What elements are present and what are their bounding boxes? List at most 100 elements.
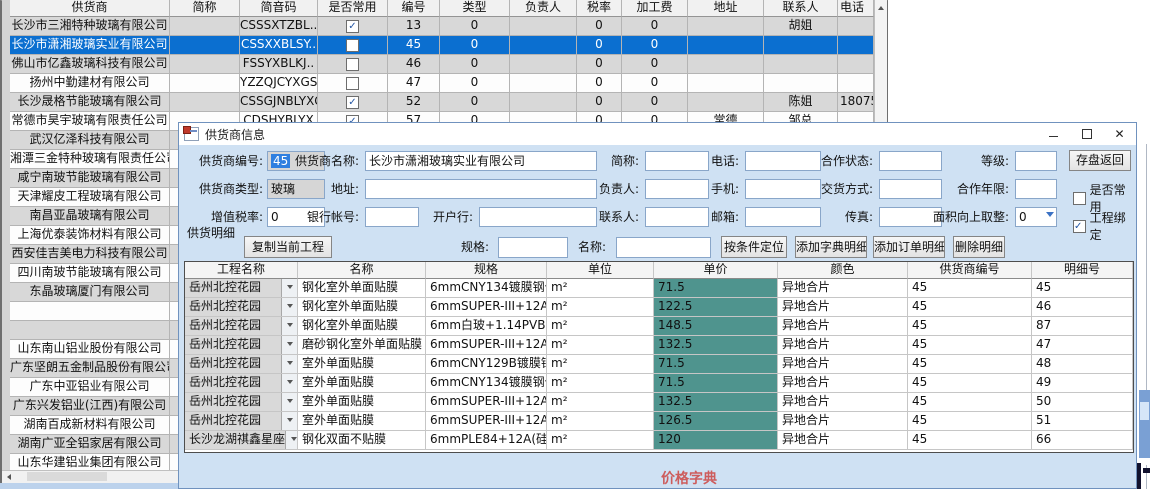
chevron-down-icon[interactable] [281,279,297,297]
chevron-down-icon[interactable] [281,336,297,354]
detail-row[interactable]: 长沙龙湖祺鑫星座钢化双面不贴膜6mmPLE84+12A(硅酮胶..m²120异地… [185,431,1133,450]
dialog-titlebar[interactable]: 供货商信息 ✕ [179,123,1136,145]
fax-label: 传真: [793,207,873,227]
detail-row[interactable]: 岳州北控花园室外单面贴膜6mmCNY134镀膜钢化m²71.5异地合片4549 [185,374,1133,393]
mobile-label: 手机: [659,179,739,199]
detail-row[interactable]: 岳州北控花园室外单面贴膜6mmCNY129B镀膜钢化m²71.5异地合片4548 [185,355,1133,374]
dialog-title: 供货商信息 [205,126,265,143]
col-header-contact[interactable]: 联系人 [764,0,838,17]
chevron-down-icon[interactable] [281,393,297,411]
common-checkbox[interactable] [346,39,359,52]
grade-label: 等级: [909,151,1009,171]
table-row[interactable]: 扬州中勤建材有限公司YZZQJCYXGS47000 [10,74,874,93]
detail-row[interactable]: 岳州北控花园钢化室外单面贴膜6mmCNY134镀膜钢化m²71.5异地合片454… [185,279,1133,298]
common-checkbox[interactable] [346,58,359,71]
col-header-tax[interactable]: 税率 [577,0,622,17]
spec-filter-input[interactable] [498,237,568,258]
scroll-left-icon[interactable] [7,474,11,480]
project-select[interactable]: 岳州北控花园 [185,412,298,431]
price-cell: 71.5 [654,279,778,298]
chevron-down-icon[interactable] [281,317,297,335]
project-select[interactable]: 岳州北控花园 [185,374,298,393]
detail-row[interactable]: 岳州北控花园钢化室外单面贴膜6mm白玻+1.14PVB+6mm..m²148.5… [185,317,1133,336]
name-filter-input[interactable] [616,237,711,258]
chevron-down-icon [1046,212,1054,217]
col-header-spec[interactable]: 规格 [426,262,547,279]
project-select[interactable]: 岳州北控花园 [185,355,298,374]
round-up-dropdown[interactable]: 0 [1015,207,1057,227]
chevron-down-icon[interactable] [281,298,297,316]
col-header-price[interactable]: 单价 [654,262,778,279]
grade-field[interactable] [1015,151,1057,171]
col-header-common[interactable]: 是否常用 [318,0,388,17]
delete-detail-button[interactable]: 删除明细 [953,236,1005,258]
background-scrollbar[interactable] [1139,390,1150,458]
scroll-up-icon[interactable] [878,6,884,10]
col-header-detailno[interactable]: 明细号 [1032,262,1133,279]
contact-label: 联系人: [559,207,639,227]
chevron-down-icon[interactable] [285,431,298,449]
col-header-type[interactable]: 类型 [440,0,510,17]
col-header-fee[interactable]: 加工费 [622,0,688,17]
table-row[interactable]: 长沙晟格节能玻璃有限公司CSSGJNBLYXGS52000陈姐180751 [10,93,874,112]
round-up-label: 面积向上取整: [909,207,1009,227]
common-checkbox[interactable] [346,20,359,33]
background-scrollbar-thumb[interactable] [1140,402,1149,420]
coop-years-field[interactable] [1015,179,1057,199]
manager-label: 负责人: [559,179,639,199]
col-header-name[interactable]: 名称 [298,262,426,279]
detail-row[interactable]: 岳州北控花园室外单面贴膜6mmSUPER-III+12A(硅..m²132.5异… [185,393,1133,412]
chevron-down-icon[interactable] [281,412,297,430]
add-order-detail-button[interactable]: 添加订单明细 [873,236,945,258]
close-button[interactable]: ✕ [1103,124,1136,145]
col-header-address[interactable]: 地址 [688,0,764,17]
spec-filter-label: 规格: [429,237,489,257]
detail-row[interactable]: 岳州北控花园钢化室外单面贴膜6mmSUPER-III+12A(硅..m²122.… [185,298,1133,317]
col-header-supplier[interactable]: 供货商 [10,0,170,17]
project-select[interactable]: 岳州北控花园 [185,317,298,336]
col-header-code[interactable]: 简音码 [240,0,318,17]
project-select[interactable]: 长沙龙湖祺鑫星座 [185,431,298,450]
copy-project-button[interactable]: 复制当前工程 [244,236,332,258]
col-header-id[interactable]: 编号 [388,0,440,17]
project-select[interactable]: 岳州北控花园 [185,393,298,412]
table-row-selected[interactable]: 长沙市潇湘玻璃实业有限公司CSSXXBLSY..45000 [10,36,874,55]
price-cell: 71.5 [654,355,778,374]
locate-button[interactable]: 按条件定位 [721,236,787,258]
add-dict-detail-button[interactable]: 添加字典明细 [795,236,867,258]
supplier-name-label: 供货商名称: [279,151,359,171]
col-header-shortname[interactable]: 简称 [170,0,240,17]
project-select[interactable]: 岳州北控花园 [185,298,298,317]
email-label: 邮箱: [659,207,739,227]
common-checkbox[interactable] [346,77,359,90]
col-header-supplierno[interactable]: 供货商编号 [908,262,1032,279]
detail-row[interactable]: 岳州北控花园磨砂钢化室外单面贴膜6mmSUPER-III+12A(硅..m²13… [185,336,1133,355]
table-row[interactable]: 佛山市亿鑫玻璃科技有限公司FSSYXBLKJ..46000 [10,55,874,74]
common-checkbox[interactable] [346,96,359,109]
price-cell: 132.5 [654,393,778,412]
maximize-button[interactable] [1070,124,1103,145]
col-header-color[interactable]: 颜色 [778,262,908,279]
col-header-unit[interactable]: 单位 [547,262,654,279]
detail-section-label: 供货明细 [187,224,235,241]
chevron-down-icon[interactable] [281,355,297,373]
price-cell: 148.5 [654,317,778,336]
col-header-phone[interactable]: 电话 [838,0,874,17]
project-select[interactable]: 岳州北控花园 [185,279,298,298]
price-dictionary-label: 价格字典 [661,468,717,488]
project-bind-checkbox[interactable]: 工程绑定 [1073,209,1136,243]
scrollbar-thumb[interactable] [27,472,107,481]
coop-years-label: 合作年限: [909,179,1009,199]
form-icon [184,127,199,141]
col-header-project[interactable]: 工程名称 [185,262,298,279]
price-cell: 71.5 [654,374,778,393]
project-select[interactable]: 岳州北控花园 [185,336,298,355]
minimize-button[interactable] [1037,124,1070,145]
supplier-info-dialog: 供货商信息 ✕ 供货商编号: 45 供货商名称: 长沙市潇湘玻璃实业有限公司 简… [178,122,1137,489]
col-header-manager[interactable]: 负责人 [510,0,577,17]
chevron-down-icon[interactable] [281,374,297,392]
supplier-no-label: 供货商编号: [183,151,263,171]
table-row[interactable]: 长沙市三湘特种玻璃有限公司CSSSXTZBL..13000胡姐 [10,17,874,36]
detail-row[interactable]: 岳州北控花园室外单面贴膜6mmSUPER-III+12A(硅..m²126.5异… [185,412,1133,431]
save-return-button[interactable]: 存盘返回 [1069,150,1131,171]
